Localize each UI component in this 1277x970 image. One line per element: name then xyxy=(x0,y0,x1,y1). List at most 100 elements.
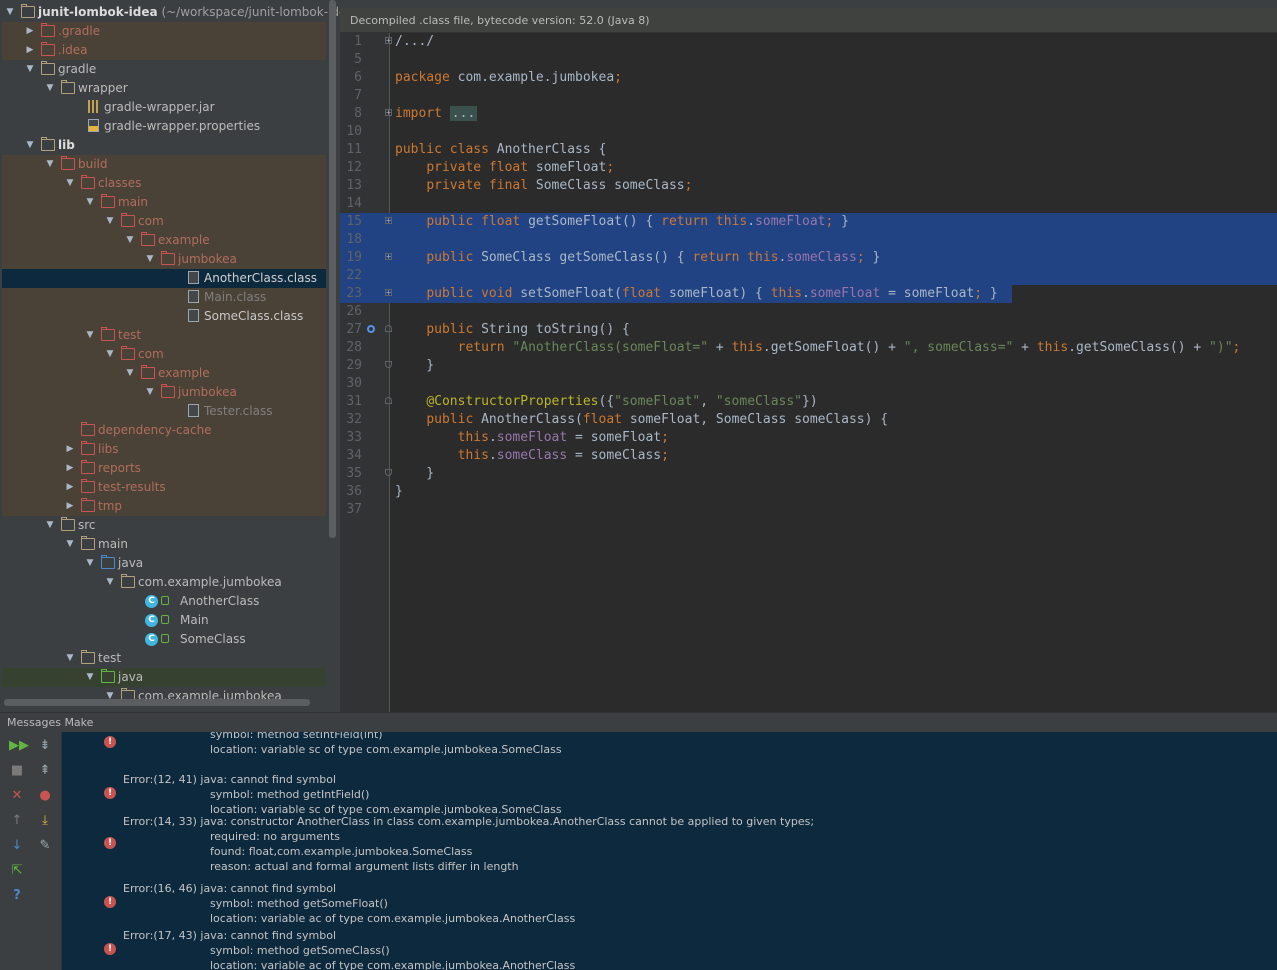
tree-item[interactable]: gradle-wrapper.properties xyxy=(2,117,326,136)
collapse-arrow-icon[interactable]: ▼ xyxy=(64,649,76,668)
code-line[interactable]: 10 xyxy=(340,123,1277,141)
tree-item[interactable]: ▶ reports xyxy=(2,459,326,478)
collapse-arrow-icon[interactable]: ▼ xyxy=(124,231,136,250)
tree-item[interactable]: ▼ jumbokea xyxy=(2,383,326,402)
tree-item[interactable]: ▼ wrapper xyxy=(2,79,326,98)
next-message-icon[interactable]: ↓ xyxy=(9,838,25,854)
collapse-arrow-icon[interactable]: ▼ xyxy=(84,326,96,345)
collapse-arrow-icon[interactable]: ▼ xyxy=(64,174,76,193)
code-line[interactable]: 1 /.../ xyxy=(340,33,1277,51)
tree-item[interactable]: ▼ java xyxy=(2,554,326,573)
tree-item[interactable]: Main.class xyxy=(2,288,326,307)
tree-item[interactable]: ▶ tmp xyxy=(2,497,326,516)
code-line[interactable]: 32 public AnotherClass(float someFloat, … xyxy=(340,411,1277,429)
tree-item[interactable]: C AnotherClass xyxy=(2,592,326,611)
close-icon[interactable]: ✕ xyxy=(9,788,25,804)
tree-item[interactable]: ▶ .idea xyxy=(2,41,326,60)
tree-item[interactable]: gradle-wrapper.jar xyxy=(2,98,326,117)
collapse-arrow-icon[interactable]: ▼ xyxy=(104,573,116,592)
rerun-icon[interactable]: ▶▶ xyxy=(9,738,29,754)
code-line[interactable]: 7 xyxy=(340,87,1277,105)
tree-item[interactable]: SomeClass.class xyxy=(2,307,326,326)
code-line[interactable]: 5 xyxy=(340,51,1277,69)
expand-arrow-icon[interactable]: ▶ xyxy=(24,22,36,41)
tree-item[interactable]: ▼ junit-lombok-idea (~/workspace/junit-lo… xyxy=(2,3,340,22)
code-line[interactable]: 27 public String toString() { xyxy=(340,321,1277,339)
tree-item[interactable]: ▶ .gradle xyxy=(2,22,326,41)
tree-item[interactable]: ▼ src xyxy=(2,516,326,535)
code-line[interactable]: 28 return "AnotherClass(someFloat=" + th… xyxy=(340,339,1277,357)
expand-arrow-icon[interactable]: ▶ xyxy=(64,497,76,516)
code-line[interactable]: 30 xyxy=(340,375,1277,393)
collapse-arrow-icon[interactable]: ▼ xyxy=(84,193,96,212)
tree-item[interactable]: ▼ jumbokea xyxy=(2,250,326,269)
code-line[interactable]: 11 public class AnotherClass { xyxy=(340,141,1277,159)
collapse-arrow-icon[interactable]: ▼ xyxy=(44,516,56,535)
autoscroll-icon[interactable]: ⇱ xyxy=(9,863,25,879)
tree-item[interactable]: ▼ test xyxy=(2,649,326,668)
code-line[interactable]: 31 @ConstructorProperties({"someFloat", … xyxy=(340,393,1277,411)
code-line[interactable]: 6 package com.example.jumbokea; xyxy=(340,69,1277,87)
tree-item[interactable]: ▼ java xyxy=(2,668,326,687)
tree-item[interactable]: ▶ libs xyxy=(2,440,326,459)
collapse-all-icon[interactable]: ⇞ xyxy=(37,763,53,779)
code-line[interactable]: 36} xyxy=(340,483,1277,501)
export-icon[interactable]: ⤓ xyxy=(37,813,53,829)
code-line[interactable]: 26 xyxy=(340,303,1277,321)
tree-item[interactable]: ▼ com xyxy=(2,212,326,231)
tree-item[interactable]: ▼ gradle xyxy=(2,60,326,79)
collapse-arrow-icon[interactable]: ▼ xyxy=(144,383,156,402)
code-line[interactable]: 13 private final SomeClass someClass; xyxy=(340,177,1277,195)
horizontal-scrollbar[interactable] xyxy=(4,699,310,706)
code-line[interactable]: 23 public void setSomeFloat(float someFl… xyxy=(340,285,1012,303)
code-line[interactable]: 37 xyxy=(340,501,1277,519)
code-line[interactable]: 12 private float someFloat; xyxy=(340,159,1277,177)
messages-list[interactable]: ! symbol: method setIntField(int) location… xyxy=(62,732,1277,970)
collapse-arrow-icon[interactable]: ▼ xyxy=(64,535,76,554)
stop-icon[interactable]: ■ xyxy=(9,763,25,779)
vertical-scrollbar[interactable] xyxy=(329,0,336,538)
fold-expand-icon[interactable] xyxy=(385,37,392,44)
tree-item[interactable]: ▼ build xyxy=(2,155,326,174)
tree-item[interactable]: ▼ main xyxy=(2,193,326,212)
tree-item[interactable]: Tester.class xyxy=(2,402,326,421)
collapse-arrow-icon[interactable]: ▼ xyxy=(24,60,36,79)
expand-all-icon[interactable]: ⇟ xyxy=(37,738,53,754)
collapse-arrow-icon[interactable]: ▼ xyxy=(124,364,136,383)
tree-item[interactable]: C SomeClass xyxy=(2,630,326,649)
fold-collapse-icon[interactable] xyxy=(385,469,392,476)
override-marker-icon[interactable] xyxy=(367,325,375,333)
previous-message-icon[interactable]: ↑ xyxy=(9,813,25,829)
fold-expand-icon[interactable] xyxy=(385,109,392,116)
expand-arrow-icon[interactable]: ▶ xyxy=(64,440,76,459)
tree-item[interactable]: ▼ test xyxy=(2,326,326,345)
collapse-arrow-icon[interactable]: ▼ xyxy=(44,155,56,174)
fold-collapse-icon[interactable] xyxy=(385,361,392,368)
code-line[interactable]: 15 public float getSomeFloat() { return … xyxy=(340,213,1277,231)
tree-item[interactable]: ▼ com.example.jumbokea xyxy=(2,573,326,592)
collapse-arrow-icon[interactable]: ▼ xyxy=(84,554,96,573)
expand-arrow-icon[interactable]: ▶ xyxy=(24,41,36,60)
fold-expand-icon[interactable] xyxy=(385,217,392,224)
tree-item[interactable]: ▼ main xyxy=(2,535,326,554)
collapse-arrow-icon[interactable]: ▼ xyxy=(144,250,156,269)
code-line[interactable]: 19 public SomeClass getSomeClass() { ret… xyxy=(340,249,1277,267)
code-line[interactable]: 14 xyxy=(340,195,1277,213)
collapse-arrow-icon[interactable]: ▼ xyxy=(104,345,116,364)
expand-arrow-icon[interactable]: ▶ xyxy=(64,478,76,497)
code-line[interactable]: 34 this.someClass = someClass; xyxy=(340,447,1277,465)
filter-errors-icon[interactable]: ● xyxy=(37,788,53,804)
collapse-arrow-icon[interactable]: ▼ xyxy=(44,79,56,98)
fold-collapse-icon[interactable] xyxy=(385,397,392,404)
tree-item[interactable]: AnotherClass.class xyxy=(2,269,326,288)
tree-item[interactable]: ▼ lib xyxy=(2,136,326,155)
tree-item[interactable]: ▼ classes xyxy=(2,174,326,193)
code-line[interactable]: 29 } xyxy=(340,357,1277,375)
fold-expand-icon[interactable] xyxy=(385,253,392,260)
fold-collapse-icon[interactable] xyxy=(385,325,392,332)
code-line[interactable]: 8 import ... xyxy=(340,105,1277,123)
code-line[interactable]: 22 xyxy=(340,267,1277,285)
tree-item[interactable]: ▼ example xyxy=(2,364,326,383)
tree-item[interactable]: dependency-cache xyxy=(2,421,326,440)
tree-item[interactable]: C Main xyxy=(2,611,326,630)
